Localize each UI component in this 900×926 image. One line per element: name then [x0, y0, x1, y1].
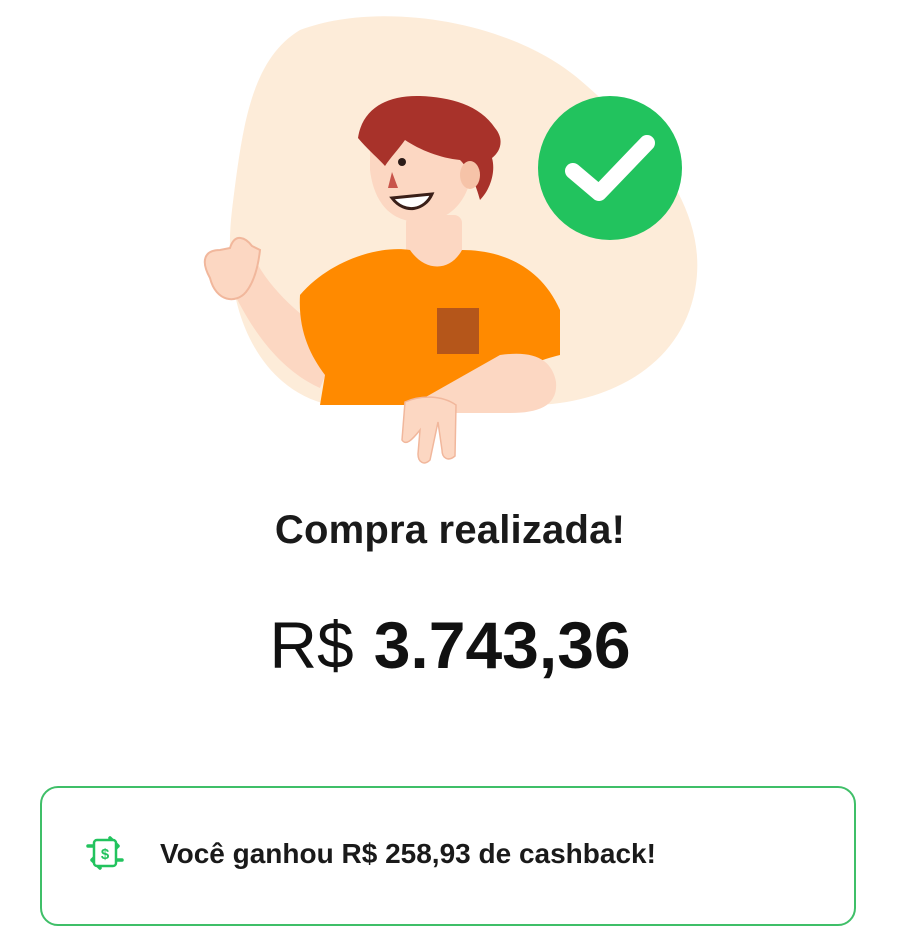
shirt-pocket	[437, 308, 479, 354]
amount-currency: R$	[269, 608, 354, 682]
eye	[398, 158, 406, 166]
cashback-card: $ Você ganhou R$ 258,93 de cashback!	[40, 786, 856, 926]
success-illustration	[180, 10, 720, 480]
purchase-amount: R$ 3.743,36	[0, 612, 900, 678]
check-circle-icon	[538, 96, 682, 240]
svg-text:$: $	[101, 846, 110, 863]
cashback-message: Você ganhou R$ 258,93 de cashback!	[160, 838, 656, 869]
ear	[460, 161, 480, 189]
person-thumbs-up-illustration	[203, 16, 698, 464]
purchase-success-title: Compra realizada!	[274, 508, 626, 552]
cashback-exchange-icon: $	[86, 836, 124, 870]
amount-value: 3.743,36	[373, 608, 631, 682]
right-hand	[401, 396, 457, 464]
